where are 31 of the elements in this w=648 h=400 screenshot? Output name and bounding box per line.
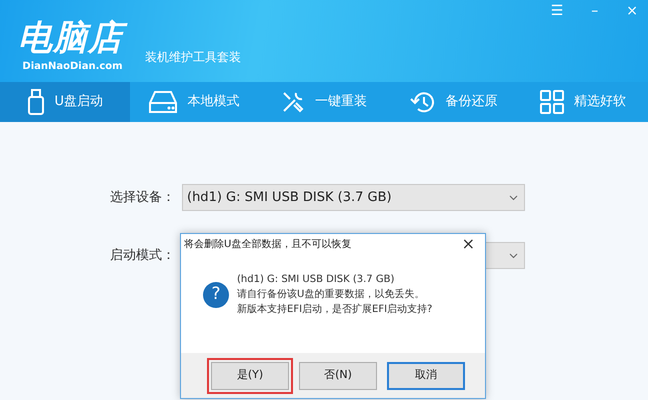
hard-drive-icon xyxy=(149,90,178,114)
field-label: 选择设备： xyxy=(110,188,176,207)
minimize-button[interactable]: – xyxy=(585,4,604,18)
nav-tab[interactable]: 精选好软 xyxy=(518,82,648,122)
wrench-screwdriver-icon xyxy=(280,90,305,114)
grid-icon xyxy=(540,90,564,114)
logo-text: 电脑店 xyxy=(16,16,129,59)
field-label: 启动模式： xyxy=(110,246,176,265)
nav-tab[interactable]: U盘启动 xyxy=(0,82,130,122)
nav-tab[interactable]: 本地模式 xyxy=(130,82,260,122)
clock-arrow-icon xyxy=(410,90,436,114)
dialog-button[interactable]: 否(N) xyxy=(299,362,377,390)
close-button[interactable]: × xyxy=(458,236,479,252)
dialog-button[interactable]: 是(Y) xyxy=(211,362,289,390)
dialog-button[interactable]: 取消 xyxy=(387,362,465,390)
close-button[interactable]: × xyxy=(620,4,644,18)
message-text: 新版本支持EFI启动，是否扩展EFI启动支持? xyxy=(237,302,432,317)
message-text: (hd1) G: SMI USB DISK (3.7 GB) xyxy=(237,273,396,287)
menu-button[interactable]: ☰ xyxy=(544,4,570,18)
tagline: 装机维护工具套装 xyxy=(145,49,241,66)
caret-icon xyxy=(509,194,518,200)
caret-icon xyxy=(509,252,518,258)
nav-tab[interactable]: 一键重装 xyxy=(259,82,389,122)
device-select[interactable]: (hd1) G: SMI USB DISK (3.7 GB) xyxy=(182,184,525,211)
nav-tab[interactable]: 备份还原 xyxy=(388,82,518,122)
question-icon: ? xyxy=(203,282,229,308)
select-value: (hd1) G: SMI USB DISK (3.7 GB) xyxy=(187,188,392,207)
usb-drive-icon xyxy=(26,89,45,115)
dialog-title: 将会删除U盘全部数据，且不可以恢复 xyxy=(184,238,352,252)
message-text: 请自行备份该U盘的重要数据，以免丢失。 xyxy=(237,288,426,302)
logo-site-text: DianNaoDian.com xyxy=(22,60,123,74)
